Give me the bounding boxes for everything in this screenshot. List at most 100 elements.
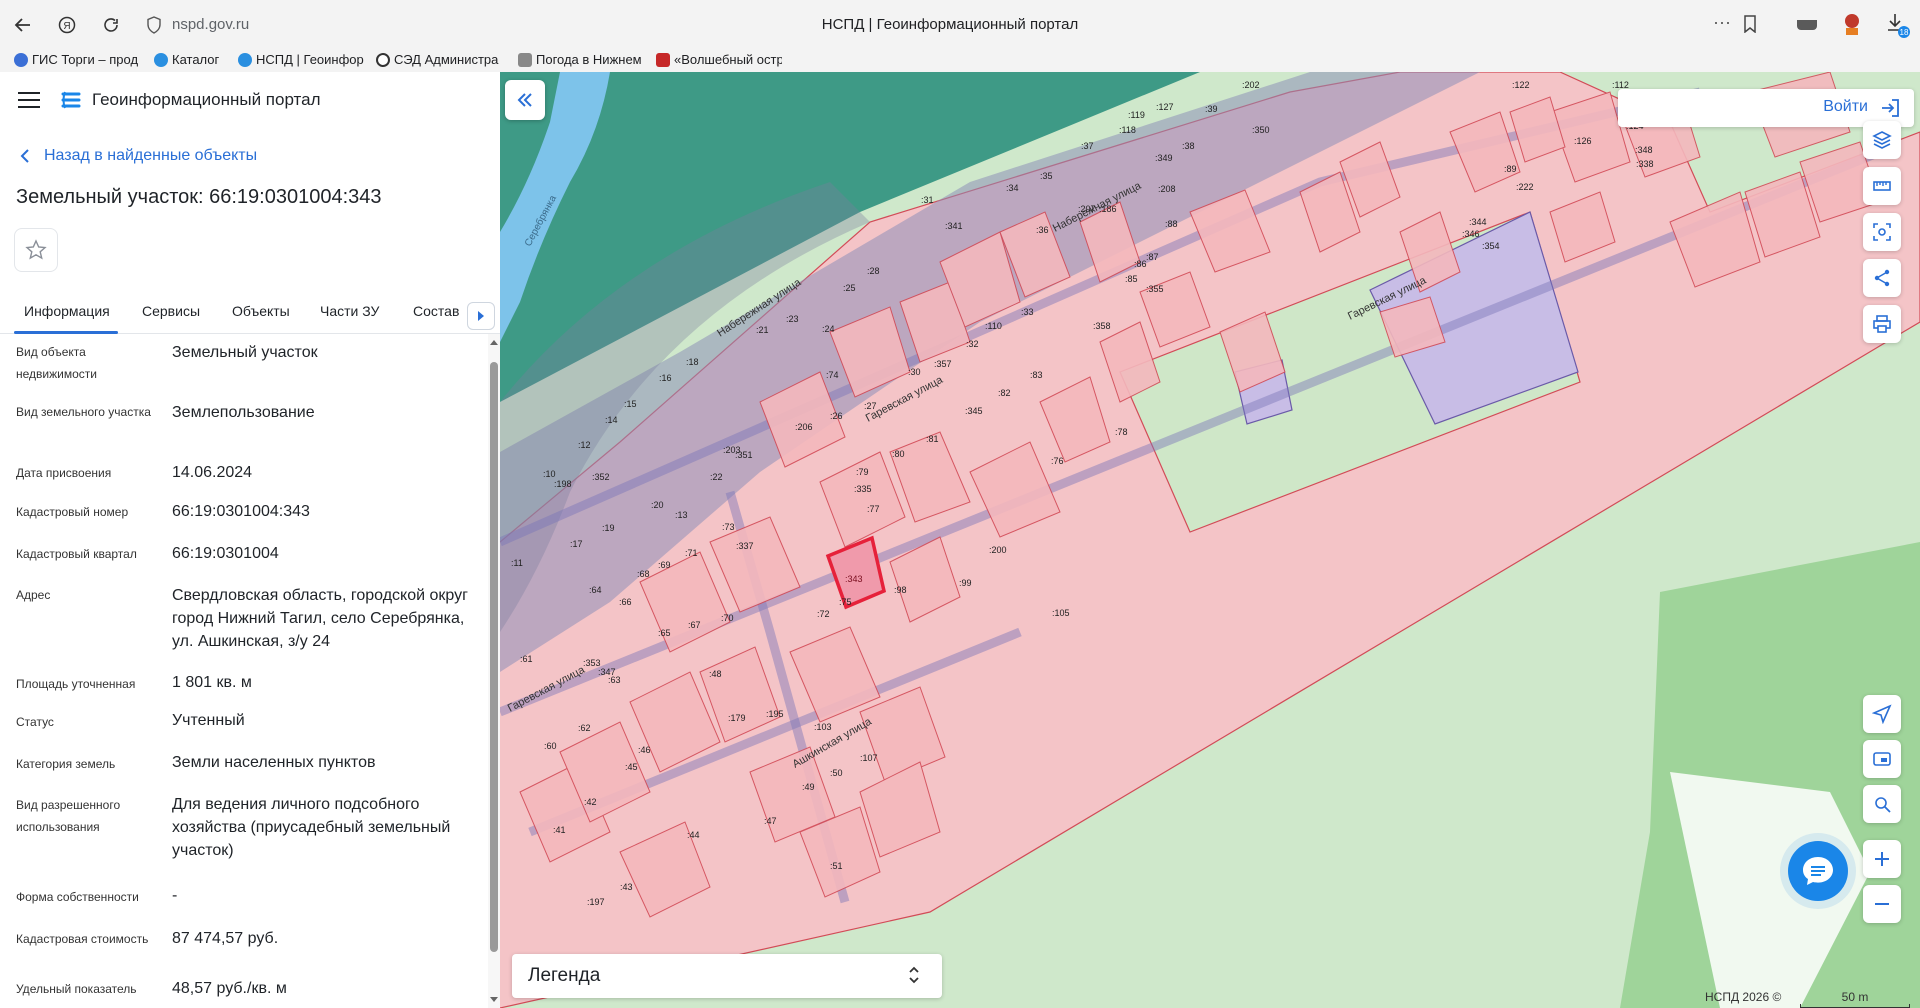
share-icon	[1874, 269, 1890, 287]
measure-button[interactable]	[1863, 167, 1901, 205]
parcel-label: :346	[1462, 229, 1480, 239]
chevron-up-down-icon	[909, 966, 919, 984]
chat-button[interactable]	[1788, 841, 1848, 901]
back-to-results-link[interactable]: Назад в найденные объекты	[20, 147, 257, 165]
property-label: Площадь уточненная	[16, 677, 136, 691]
bookmarks-bar: ГИС Торги – прод Каталог НСПД | Геоинфор…	[0, 50, 1920, 72]
tab-parts[interactable]: Части ЗУ	[320, 303, 379, 319]
back-button[interactable]	[10, 12, 36, 38]
parcel-label: :79	[856, 467, 869, 477]
tab-services[interactable]: Сервисы	[142, 303, 200, 319]
extension-icon[interactable]	[1796, 18, 1818, 32]
search-location-button[interactable]	[1863, 785, 1901, 823]
map-pin-search-icon	[1875, 797, 1891, 813]
bookmark-item[interactable]: СЭД Администра	[376, 52, 502, 67]
print-icon	[1873, 315, 1891, 333]
parcel-label: :66	[619, 597, 632, 607]
map-copyright: НСПД 2026 ©	[1705, 990, 1782, 1004]
yandex-icon: Я	[58, 16, 76, 34]
menu-icon[interactable]	[18, 92, 40, 108]
legend-dropdown[interactable]: Легенда	[512, 954, 942, 998]
parcel-label: :344	[1469, 217, 1487, 227]
svg-text:18: 18	[1900, 28, 1909, 37]
bookmark-icon[interactable]	[1743, 15, 1757, 33]
parcel-label: :27	[864, 401, 877, 411]
parcel-label: :35	[1040, 171, 1053, 181]
yandex-button[interactable]: Я	[54, 12, 80, 38]
select-area-button[interactable]	[1863, 213, 1901, 251]
property-label: Удельный показатель	[16, 982, 137, 996]
parcel-label: :127	[1156, 102, 1174, 112]
scroll-down-icon[interactable]	[490, 997, 498, 1002]
caret-right-icon	[478, 311, 484, 321]
parcel-label: :126	[1574, 136, 1592, 146]
zoom-out-button[interactable]	[1863, 885, 1901, 923]
parcel-label: :36	[1036, 225, 1049, 235]
scroll-up-icon[interactable]	[490, 340, 498, 345]
parcel-label: :198	[554, 479, 572, 489]
parcel-label: :76	[1051, 456, 1064, 466]
parcel-label: :43	[620, 882, 633, 892]
parcel-label: :11	[511, 558, 523, 568]
map-view[interactable]: Серебрянка Набережная улица Набережная у…	[500, 72, 1920, 1008]
property-value: Свердловская область, городской округ го…	[172, 587, 468, 650]
print-button[interactable]	[1863, 305, 1901, 343]
avatar-icon[interactable]	[1841, 12, 1863, 36]
parcel-label: :87	[1146, 252, 1159, 262]
property-value: 1 801 кв. м	[172, 674, 252, 691]
bookmark-item[interactable]: Погода в Нижнем	[518, 52, 642, 67]
parcel-label: :110	[985, 321, 1002, 331]
object-info-panel: Геоинформационный портал Назад в найденн…	[0, 72, 500, 1008]
more-icon[interactable]: ···	[1713, 12, 1731, 33]
parcel-label: :207	[1078, 204, 1096, 214]
parcel-label: :83	[1030, 370, 1043, 380]
favorite-button[interactable]	[14, 228, 58, 272]
parcel-label: :355	[1146, 284, 1164, 294]
parcel-label: :47	[764, 816, 777, 826]
cadastral-map[interactable]: Серебрянка Набережная улица Набережная у…	[500, 72, 1920, 1008]
parcel-label: :21	[756, 325, 769, 335]
bookmark-item[interactable]: НСПД | Геоинфор	[238, 52, 364, 67]
layers-button[interactable]	[1863, 121, 1901, 159]
back-link-label: Назад в найденные объекты	[44, 147, 258, 164]
parcel-label: :19	[602, 523, 615, 533]
bookmark-item[interactable]: Каталог	[154, 52, 230, 67]
nspd-icon	[238, 52, 252, 67]
parcel-label: :86	[1134, 259, 1147, 269]
double-chevron-left-icon	[517, 93, 532, 107]
parcel-label: :67	[688, 620, 701, 630]
parcel-label: :18	[686, 357, 699, 367]
parcel-label: :13	[675, 510, 688, 520]
properties-scrollbar[interactable]	[488, 334, 500, 1008]
parcel-label: :70	[721, 613, 734, 623]
parcel-label: :69	[658, 560, 671, 570]
downloads-icon[interactable]: 18	[1886, 12, 1910, 38]
parcel-label: :81	[926, 434, 939, 444]
bookmark-item[interactable]: «Волшебный остр	[656, 52, 782, 67]
property-value: 48,57 руб./кв. м	[172, 980, 287, 997]
locate-me-button[interactable]	[1863, 695, 1901, 733]
login-icon	[1882, 99, 1899, 117]
address-bar[interactable]: nspd.gov.ru НСПД | Геоинформационный пор…	[140, 11, 1760, 39]
parcel-label: :343	[845, 574, 863, 584]
bookmark-item[interactable]: ГИС Торги – прод	[14, 52, 140, 67]
parcel-label: :78	[1115, 427, 1128, 437]
parcel-label: :352	[592, 472, 610, 482]
property-label: Кадастровая стоимость	[16, 932, 149, 946]
tab-objects[interactable]: Объекты	[232, 303, 290, 319]
collapse-panel-button[interactable]	[505, 80, 545, 120]
parcel-label: :16	[659, 373, 672, 383]
share-button[interactable]	[1863, 259, 1901, 297]
zoom-in-button[interactable]	[1863, 840, 1901, 878]
parcel-label: :49	[802, 782, 815, 792]
parcel-label: :197	[587, 897, 605, 907]
property-label: Вид разрешенного использования	[16, 798, 121, 834]
minimap-button[interactable]	[1863, 740, 1901, 778]
scrollbar-thumb[interactable]	[490, 362, 498, 952]
parcel-label: :34	[1006, 183, 1019, 193]
tab-info[interactable]: Информация	[24, 303, 110, 319]
tabs-scroll-right-button[interactable]	[467, 302, 495, 330]
reload-button[interactable]	[98, 12, 124, 38]
property-value: Для ведения личного подсобного хозяйства…	[172, 796, 451, 859]
tab-composition[interactable]: Состав	[413, 303, 459, 319]
